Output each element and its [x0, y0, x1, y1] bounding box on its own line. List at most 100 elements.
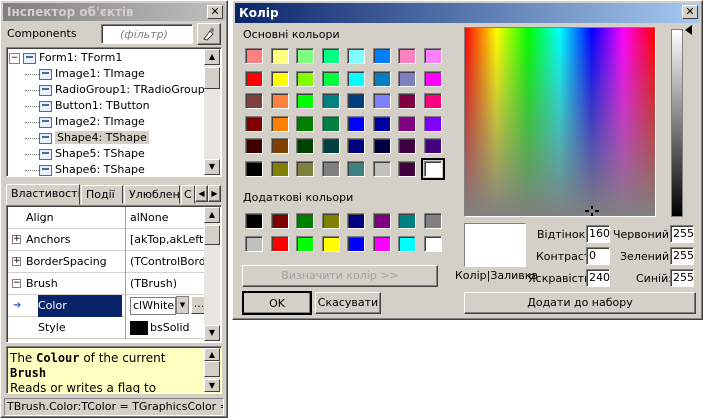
scroll-up-icon[interactable]: ▲: [204, 49, 220, 65]
custom-color-swatch[interactable]: [347, 213, 365, 229]
basic-color-swatch[interactable]: [347, 93, 365, 109]
custom-color-swatch[interactable]: [321, 213, 340, 229]
basic-color-swatch[interactable]: [372, 160, 391, 177]
red-input[interactable]: 255: [670, 225, 694, 243]
basic-color-swatch[interactable]: [296, 93, 314, 109]
custom-color-swatch[interactable]: [423, 213, 442, 229]
basic-color-swatch[interactable]: [245, 160, 263, 177]
basic-color-swatch[interactable]: [270, 70, 289, 87]
help-scroll-thumb[interactable]: [204, 361, 220, 377]
custom-color-swatch[interactable]: [270, 213, 289, 229]
expand-icon[interactable]: +: [12, 257, 21, 266]
help-scroll-down-icon[interactable]: ▼: [204, 379, 220, 392]
property-row[interactable]: Align alNone: [8, 207, 205, 229]
property-row[interactable]: ➔ Color clWhite ▼...: [8, 295, 207, 317]
tree-scroll-thumb[interactable]: [204, 67, 220, 89]
basic-color-swatch[interactable]: [398, 48, 416, 64]
custom-color-swatch[interactable]: [321, 235, 340, 252]
basic-color-swatch[interactable]: [321, 160, 340, 177]
tab-more[interactable]: С: [181, 185, 195, 204]
property-value[interactable]: [akTop,akLeft]: [125, 229, 207, 251]
basic-color-swatch[interactable]: [347, 160, 365, 177]
tree-node[interactable]: Shape4: TShape: [25, 130, 149, 146]
custom-color-swatch[interactable]: [245, 235, 263, 252]
basic-color-swatch[interactable]: [398, 70, 416, 87]
basic-color-swatch[interactable]: [321, 115, 340, 132]
property-row[interactable]: + BorderSpacing (TControlBorderSpacing): [8, 251, 207, 273]
basic-color-swatch[interactable]: [321, 93, 340, 109]
basic-color-swatch[interactable]: [372, 138, 391, 154]
basic-color-swatch[interactable]: [398, 93, 416, 109]
basic-color-swatch[interactable]: [423, 48, 442, 64]
help-scrollbar[interactable]: ▲ ▼: [204, 348, 220, 392]
tab-scroll-left-icon[interactable]: ◀: [195, 185, 208, 202]
luminance-input[interactable]: 240: [586, 269, 610, 287]
basic-color-swatch[interactable]: [347, 70, 365, 87]
basic-color-swatch[interactable]: [398, 115, 416, 132]
define-color-button[interactable]: Визначити колір >>: [242, 265, 438, 287]
basic-color-swatch[interactable]: [372, 70, 391, 87]
tab-events[interactable]: Події: [81, 185, 123, 204]
basic-color-swatch[interactable]: [270, 48, 289, 64]
saturation-input[interactable]: 0: [586, 247, 610, 265]
custom-color-swatch[interactable]: [372, 235, 391, 252]
blue-input[interactable]: 255: [670, 269, 694, 287]
basic-color-swatch[interactable]: [420, 157, 445, 180]
custom-color-swatch[interactable]: [296, 213, 314, 229]
tab-properties[interactable]: Властивості: [6, 184, 80, 205]
filter-input[interactable]: (фільтр): [101, 24, 193, 44]
inspector-close-button[interactable]: ✕: [207, 5, 223, 19]
luminance-pointer-icon[interactable]: [685, 25, 692, 35]
basic-color-swatch[interactable]: [245, 70, 263, 87]
property-row[interactable]: + Anchors [akTop,akLeft]: [8, 229, 207, 251]
basic-color-swatch[interactable]: [372, 48, 391, 64]
property-grid[interactable]: Align alNone + Anchors [akTop,akLeft] + Border…: [6, 205, 222, 343]
basic-color-swatch[interactable]: [296, 48, 314, 64]
custom-color-swatch[interactable]: [296, 235, 314, 252]
property-value[interactable]: (TBrush): [125, 273, 207, 295]
basic-color-swatch[interactable]: [270, 160, 289, 177]
tree-node[interactable]: Image1: TImage: [25, 66, 145, 82]
property-value[interactable]: bsSolid: [125, 317, 207, 339]
basic-color-swatch[interactable]: [347, 138, 365, 154]
basic-color-swatch[interactable]: [398, 160, 416, 177]
custom-color-swatch[interactable]: [423, 235, 442, 252]
color-spectrum[interactable]: [464, 27, 656, 217]
custom-color-swatch[interactable]: [398, 235, 416, 252]
custom-color-swatch[interactable]: [245, 213, 263, 229]
basic-color-swatch[interactable]: [423, 93, 442, 109]
tree-node[interactable]: Image2: TImage: [25, 114, 145, 130]
basic-color-swatch[interactable]: [347, 115, 365, 132]
tab-favorites[interactable]: Улюблені: [124, 185, 180, 204]
basic-color-swatch[interactable]: [270, 138, 289, 154]
property-value[interactable]: clWhite ▼...: [125, 295, 207, 317]
collapse-icon[interactable]: −: [12, 279, 21, 288]
property-value[interactable]: (TControlBorderSpacing): [125, 251, 207, 273]
basic-color-swatch[interactable]: [423, 70, 442, 87]
props-scroll-down-icon[interactable]: ▼: [204, 325, 220, 341]
basic-color-swatch[interactable]: [296, 138, 314, 154]
basic-color-swatch[interactable]: [423, 138, 442, 154]
basic-color-swatch[interactable]: [270, 115, 289, 132]
props-scroll-thumb[interactable]: [204, 225, 220, 245]
add-to-custom-button[interactable]: Додати до набору: [464, 292, 696, 314]
help-scroll-up-icon[interactable]: ▲: [204, 348, 220, 361]
basic-color-swatch[interactable]: [245, 93, 263, 109]
hue-input[interactable]: 160: [586, 225, 610, 243]
property-row[interactable]: − Brush (TBrush): [8, 273, 205, 295]
expand-icon[interactable]: +: [12, 235, 21, 244]
cancel-button[interactable]: Скасувати: [315, 292, 381, 314]
basic-color-swatch[interactable]: [372, 93, 391, 109]
luminance-bar[interactable]: [671, 29, 683, 217]
property-value[interactable]: alNone: [125, 207, 207, 229]
filter-clear-button[interactable]: [197, 23, 221, 45]
tree-node[interactable]: Shape6: TShape: [25, 162, 145, 176]
tree-scrollbar[interactable]: ▲ ▼: [204, 49, 220, 175]
basic-color-swatch[interactable]: [423, 115, 442, 132]
basic-color-swatch[interactable]: [270, 93, 289, 109]
tree-node[interactable]: Button1: TButton: [25, 98, 150, 114]
custom-color-swatch[interactable]: [347, 235, 365, 252]
props-scroll-up-icon[interactable]: ▲: [204, 207, 220, 223]
collapse-icon[interactable]: −: [9, 52, 20, 64]
ok-button[interactable]: OK: [242, 291, 312, 315]
